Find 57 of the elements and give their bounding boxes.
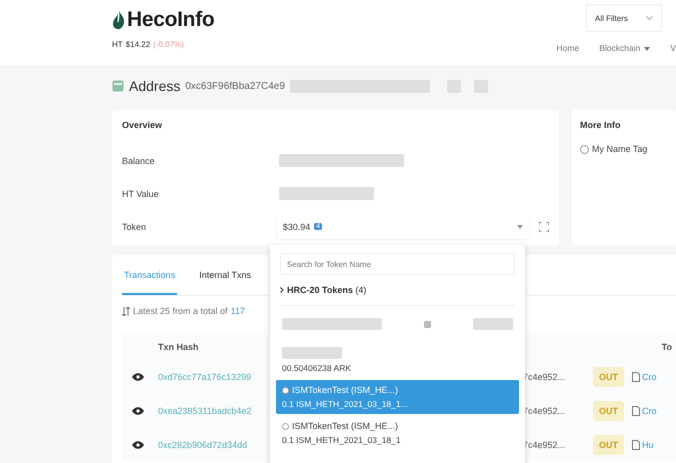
group-title: HRC-20 Tokens (4) <box>287 285 366 295</box>
direction-badge: OUT <box>593 401 624 421</box>
nav-link[interactable]: Home <box>556 43 580 53</box>
redacted-block <box>473 318 513 330</box>
direction-badge: OUT <box>593 367 624 387</box>
tab[interactable]: Internal Txns <box>197 255 254 295</box>
token-option[interactable]: ISMTokenTest (ISM_HE...) 0.1 ISM_HETH_2021_03_18_1... <box>276 380 519 414</box>
copy-icon <box>424 320 431 328</box>
total-count-link[interactable]: 117 <box>230 306 245 316</box>
table-cell-text: 7c4e952... <box>523 372 566 382</box>
document-icon <box>632 406 640 416</box>
nav-link[interactable]: V <box>670 43 676 53</box>
chevron-down-icon <box>646 16 653 20</box>
redacted-block <box>474 80 488 92</box>
column-header: Txn Hash <box>158 342 199 352</box>
wallet-icon <box>112 80 124 92</box>
filter-select[interactable]: All Filters <box>586 4 662 32</box>
token-option[interactable]: ISMTokenTest (ISM_HE...) 0.1 ISM_HETH_2021_03_18_1 <box>276 416 519 450</box>
token-icon <box>282 386 289 394</box>
field-label: Token <box>122 222 148 232</box>
redacted-block <box>446 80 461 92</box>
caret-icon <box>517 224 524 228</box>
chevron-right-icon <box>280 287 284 293</box>
info-link[interactable]: My Name Tag <box>592 144 648 154</box>
column-header: To <box>662 342 672 352</box>
price-label: HT <box>112 40 123 49</box>
help-icon <box>580 144 589 154</box>
address-link[interactable]: Cro <box>642 372 657 382</box>
address-value: 0xc63F96fBba27C4e9 <box>185 80 285 92</box>
flame-logo-icon <box>112 10 125 30</box>
field-label: HT Value <box>122 188 160 198</box>
eye-icon[interactable] <box>132 373 144 381</box>
document-icon <box>632 372 640 382</box>
address-link[interactable]: Hu <box>642 440 654 450</box>
summary-text: Latest 25 from a total of <box>133 306 228 316</box>
field-label: Balance <box>122 156 156 166</box>
address-label: Address <box>129 78 180 94</box>
price-change: (-0.07%) <box>153 40 184 49</box>
table-cell-text: 7c4e952... <box>523 406 566 416</box>
table-cell-text: 7c4e952... <box>523 440 566 450</box>
eye-icon[interactable] <box>132 441 144 449</box>
token-icon <box>282 422 289 430</box>
nav-link[interactable]: Blockchain <box>599 43 650 53</box>
card-title: Overview <box>122 120 164 130</box>
eye-icon[interactable] <box>132 407 144 415</box>
expand-icon[interactable] <box>539 222 549 232</box>
direction-badge: OUT <box>593 435 624 455</box>
sort-icon <box>122 306 130 316</box>
search-field[interactable]: Search for Token Name <box>280 253 515 275</box>
card-title: More Info <box>580 120 622 130</box>
address-link[interactable]: Cro <box>642 406 657 416</box>
price-value: $14.22 <box>126 40 150 49</box>
tab[interactable]: Transactions <box>122 255 178 295</box>
token-option[interactable]: 00.50406238 ARK <box>276 342 519 378</box>
site-logo[interactable]: HecoInfo <box>127 8 214 32</box>
redacted-block <box>282 347 342 359</box>
document-icon <box>632 440 640 450</box>
